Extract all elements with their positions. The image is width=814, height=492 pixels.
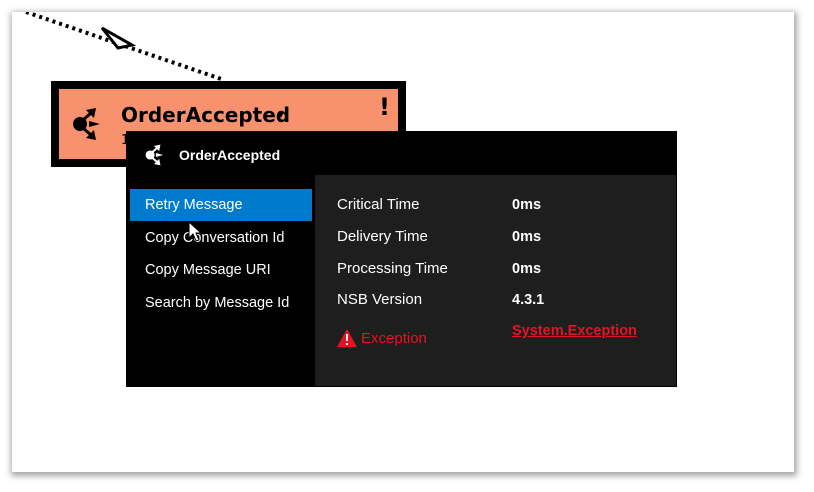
- detail-value-delivery-time: 0ms: [512, 229, 542, 245]
- detail-value-nsb-version: 4.3.1: [512, 292, 545, 308]
- detail-value-processing-time: 0ms: [512, 261, 542, 277]
- detail-label-delivery-time: Delivery Time: [337, 228, 428, 245]
- menu-item-copy-message-uri[interactable]: Copy Message URI: [130, 254, 312, 286]
- message-icon: [73, 108, 100, 140]
- warning-triangle-icon: [337, 329, 357, 347]
- menu-item-retry-message[interactable]: Retry Message: [130, 189, 312, 221]
- chevron-down-icon[interactable]: ▾: [278, 107, 284, 121]
- popup-header: OrderAccepted: [127, 132, 676, 175]
- message-context-popup: OrderAccepted Retry Message Copy Convers…: [126, 131, 677, 387]
- exception-row: Exception System.Exception: [337, 323, 667, 353]
- message-node-title: OrderAccepted: [121, 103, 291, 127]
- screen: OrderAccepted ▾ ! 1 OrderAccepted Re: [0, 0, 814, 492]
- detail-label-critical-time: Critical Time: [337, 196, 420, 213]
- detail-label-processing-time: Processing Time: [337, 260, 448, 277]
- flow-diagram-canvas: OrderAccepted ▾ ! 1 OrderAccepted Re: [12, 12, 794, 472]
- detail-label-nsb-version: NSB Version: [337, 291, 423, 308]
- exception-type-link[interactable]: System.Exception: [512, 323, 637, 339]
- mouse-pointer-icon: [188, 221, 202, 242]
- message-icon: [145, 144, 164, 166]
- popup-title: OrderAccepted: [179, 147, 281, 163]
- menu-item-search-by-message-id[interactable]: Search by Message Id: [130, 287, 312, 319]
- menu-item-copy-conversation-id[interactable]: Copy Conversation Id: [130, 222, 312, 254]
- exception-label: Exception: [361, 330, 427, 347]
- warning-indicator-icon: !: [379, 93, 390, 121]
- popup-action-menu: Retry Message Copy Conversation Id Copy …: [127, 175, 315, 387]
- detail-value-critical-time: 0ms: [512, 197, 542, 213]
